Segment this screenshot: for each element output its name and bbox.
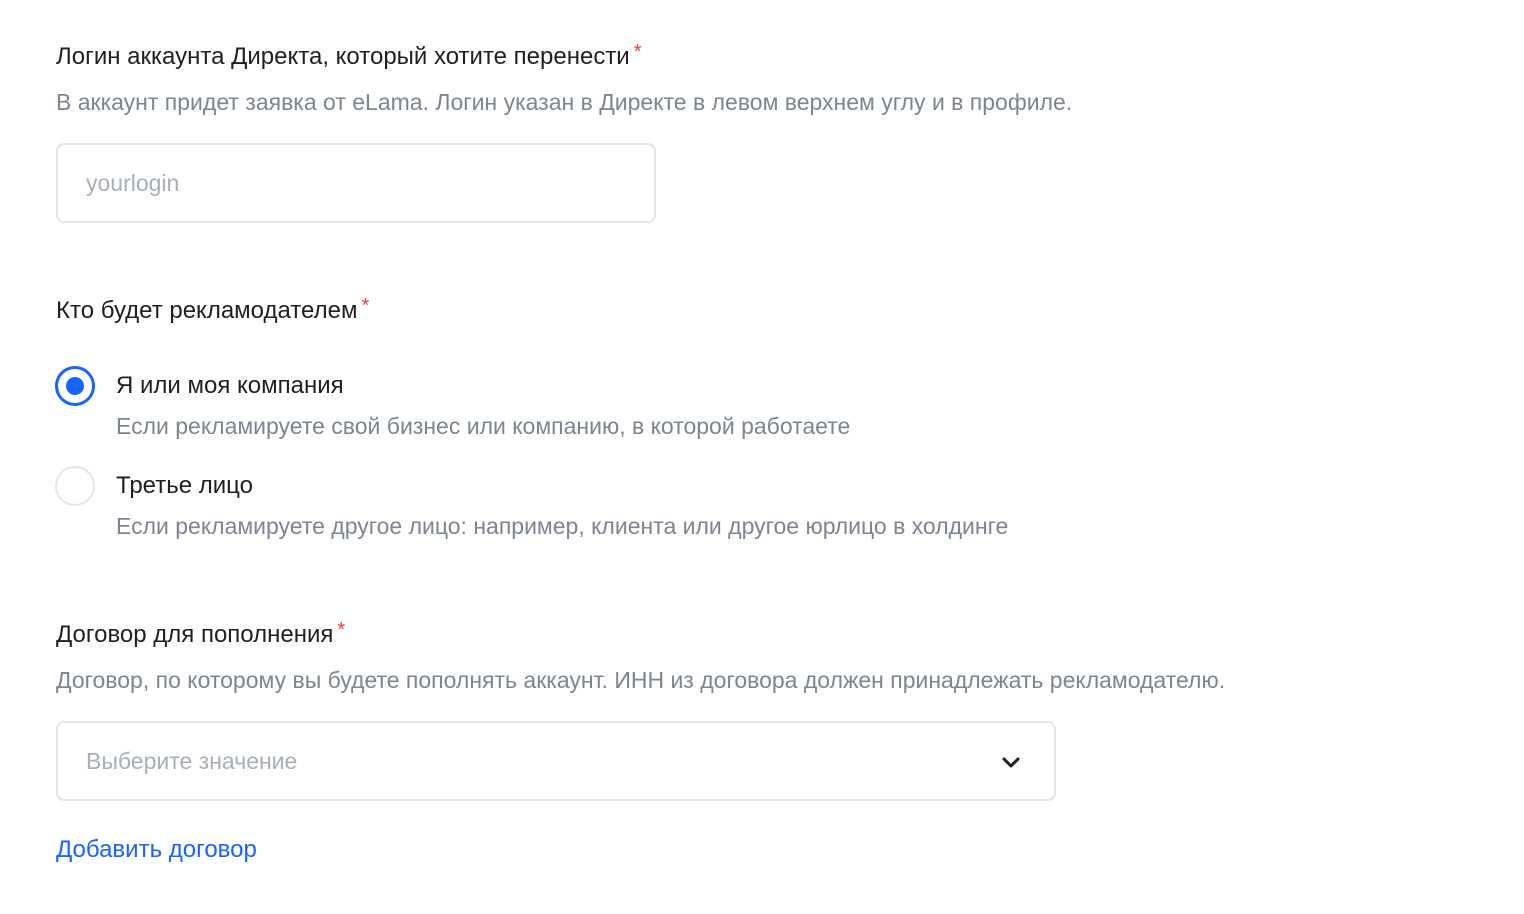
required-mark: * (633, 41, 642, 63)
radio-option-third-party-description: Если рекламируете другое лицо: например,… (116, 513, 1009, 539)
advertiser-label-text: Кто будет рекламодателем (56, 297, 358, 324)
radio-option-self[interactable] (55, 366, 95, 406)
contract-select[interactable]: Выберите значение (56, 721, 1056, 801)
radio-option-self-label[interactable]: Я или моя компания (116, 371, 344, 401)
contract-select-placeholder: Выберите значение (86, 748, 298, 774)
radio-option-third-party-label[interactable]: Третье лицо (116, 471, 253, 501)
login-label-text: Логин аккаунта Директа, который хотите п… (56, 43, 630, 70)
advertiser-label: Кто будет рекламодателем * (56, 291, 369, 326)
login-input[interactable] (56, 143, 656, 223)
chevron-down-icon (998, 750, 1024, 776)
login-field-label: Логин аккаунта Директа, который хотите п… (56, 37, 642, 72)
contract-hint: Договор, по которому вы будете пополнять… (56, 667, 1226, 693)
radio-option-self-description: Если рекламируете свой бизнес или компан… (116, 413, 851, 439)
radio-option-third-party[interactable] (55, 466, 95, 506)
add-contract-link[interactable]: Добавить договор (56, 835, 257, 865)
contract-label: Договор для пополнения * (56, 615, 345, 650)
contract-label-text: Договор для пополнения (56, 621, 334, 648)
login-field-hint: В аккаунт придет заявка от eLama. Логин … (56, 89, 1073, 115)
required-mark: * (337, 619, 346, 641)
required-mark: * (361, 295, 370, 317)
